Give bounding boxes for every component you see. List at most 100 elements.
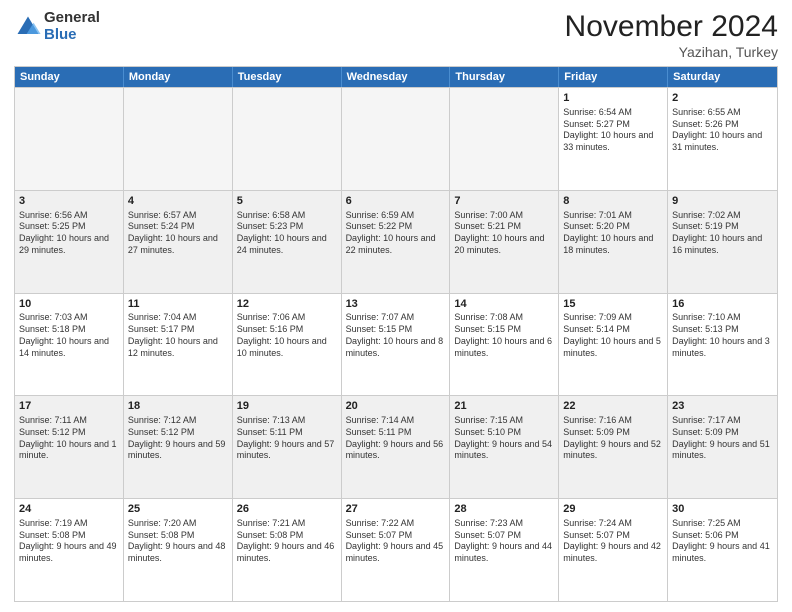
month-title: November 2024 (565, 10, 778, 44)
calendar-cell: 3Sunrise: 6:56 AMSunset: 5:25 PMDaylight… (15, 191, 124, 293)
day-info: Sunrise: 7:21 AMSunset: 5:08 PMDaylight:… (237, 518, 337, 565)
day-info: Sunrise: 6:58 AMSunset: 5:23 PMDaylight:… (237, 210, 337, 257)
calendar-cell (342, 88, 451, 190)
day-info: Sunrise: 7:02 AMSunset: 5:19 PMDaylight:… (672, 210, 773, 257)
day-number: 24 (19, 502, 119, 517)
calendar-cell (124, 88, 233, 190)
logo: General Blue (14, 10, 100, 43)
day-number: 17 (19, 399, 119, 414)
day-number: 1 (563, 91, 663, 106)
day-number: 9 (672, 194, 773, 209)
day-number: 20 (346, 399, 446, 414)
calendar-row: 3Sunrise: 6:56 AMSunset: 5:25 PMDaylight… (15, 190, 777, 293)
day-info: Sunrise: 6:56 AMSunset: 5:25 PMDaylight:… (19, 210, 119, 257)
logo-icon (14, 13, 42, 41)
calendar-header-day: Wednesday (342, 67, 451, 87)
calendar-cell: 22Sunrise: 7:16 AMSunset: 5:09 PMDayligh… (559, 396, 668, 498)
calendar-cell: 19Sunrise: 7:13 AMSunset: 5:11 PMDayligh… (233, 396, 342, 498)
title-section: November 2024 Yazihan, Turkey (565, 10, 778, 60)
calendar-cell: 4Sunrise: 6:57 AMSunset: 5:24 PMDaylight… (124, 191, 233, 293)
day-number: 30 (672, 502, 773, 517)
calendar-cell: 18Sunrise: 7:12 AMSunset: 5:12 PMDayligh… (124, 396, 233, 498)
day-number: 4 (128, 194, 228, 209)
day-number: 26 (237, 502, 337, 517)
day-number: 12 (237, 297, 337, 312)
day-info: Sunrise: 7:04 AMSunset: 5:17 PMDaylight:… (128, 312, 228, 359)
day-number: 14 (454, 297, 554, 312)
calendar-cell: 7Sunrise: 7:00 AMSunset: 5:21 PMDaylight… (450, 191, 559, 293)
day-info: Sunrise: 7:19 AMSunset: 5:08 PMDaylight:… (19, 518, 119, 565)
calendar-cell: 20Sunrise: 7:14 AMSunset: 5:11 PMDayligh… (342, 396, 451, 498)
day-number: 13 (346, 297, 446, 312)
logo-text: General Blue (44, 10, 100, 43)
calendar-cell: 13Sunrise: 7:07 AMSunset: 5:15 PMDayligh… (342, 294, 451, 396)
day-info: Sunrise: 7:16 AMSunset: 5:09 PMDaylight:… (563, 415, 663, 462)
day-info: Sunrise: 7:24 AMSunset: 5:07 PMDaylight:… (563, 518, 663, 565)
day-info: Sunrise: 7:14 AMSunset: 5:11 PMDaylight:… (346, 415, 446, 462)
calendar-cell: 16Sunrise: 7:10 AMSunset: 5:13 PMDayligh… (668, 294, 777, 396)
day-number: 29 (563, 502, 663, 517)
day-info: Sunrise: 7:00 AMSunset: 5:21 PMDaylight:… (454, 210, 554, 257)
calendar-cell: 27Sunrise: 7:22 AMSunset: 5:07 PMDayligh… (342, 499, 451, 601)
calendar-cell: 23Sunrise: 7:17 AMSunset: 5:09 PMDayligh… (668, 396, 777, 498)
calendar-cell: 2Sunrise: 6:55 AMSunset: 5:26 PMDaylight… (668, 88, 777, 190)
calendar-cell: 14Sunrise: 7:08 AMSunset: 5:15 PMDayligh… (450, 294, 559, 396)
day-number: 21 (454, 399, 554, 414)
page: General Blue November 2024 Yazihan, Turk… (0, 0, 792, 612)
day-number: 23 (672, 399, 773, 414)
calendar-row: 24Sunrise: 7:19 AMSunset: 5:08 PMDayligh… (15, 498, 777, 601)
day-number: 22 (563, 399, 663, 414)
calendar-row: 17Sunrise: 7:11 AMSunset: 5:12 PMDayligh… (15, 395, 777, 498)
day-info: Sunrise: 7:17 AMSunset: 5:09 PMDaylight:… (672, 415, 773, 462)
calendar-cell: 24Sunrise: 7:19 AMSunset: 5:08 PMDayligh… (15, 499, 124, 601)
day-number: 10 (19, 297, 119, 312)
calendar-header-day: Thursday (450, 67, 559, 87)
calendar-header-day: Tuesday (233, 67, 342, 87)
calendar-cell (233, 88, 342, 190)
calendar-cell: 11Sunrise: 7:04 AMSunset: 5:17 PMDayligh… (124, 294, 233, 396)
day-number: 8 (563, 194, 663, 209)
calendar-header-day: Friday (559, 67, 668, 87)
calendar-cell: 1Sunrise: 6:54 AMSunset: 5:27 PMDaylight… (559, 88, 668, 190)
day-info: Sunrise: 7:11 AMSunset: 5:12 PMDaylight:… (19, 415, 119, 462)
day-info: Sunrise: 7:09 AMSunset: 5:14 PMDaylight:… (563, 312, 663, 359)
day-info: Sunrise: 7:10 AMSunset: 5:13 PMDaylight:… (672, 312, 773, 359)
calendar-cell: 21Sunrise: 7:15 AMSunset: 5:10 PMDayligh… (450, 396, 559, 498)
calendar-row: 1Sunrise: 6:54 AMSunset: 5:27 PMDaylight… (15, 87, 777, 190)
calendar-cell: 28Sunrise: 7:23 AMSunset: 5:07 PMDayligh… (450, 499, 559, 601)
calendar-cell: 9Sunrise: 7:02 AMSunset: 5:19 PMDaylight… (668, 191, 777, 293)
calendar-cell: 26Sunrise: 7:21 AMSunset: 5:08 PMDayligh… (233, 499, 342, 601)
calendar-cell: 29Sunrise: 7:24 AMSunset: 5:07 PMDayligh… (559, 499, 668, 601)
calendar-cell: 10Sunrise: 7:03 AMSunset: 5:18 PMDayligh… (15, 294, 124, 396)
calendar-cell: 8Sunrise: 7:01 AMSunset: 5:20 PMDaylight… (559, 191, 668, 293)
calendar-cell: 25Sunrise: 7:20 AMSunset: 5:08 PMDayligh… (124, 499, 233, 601)
calendar-row: 10Sunrise: 7:03 AMSunset: 5:18 PMDayligh… (15, 293, 777, 396)
calendar-header: SundayMondayTuesdayWednesdayThursdayFrid… (15, 67, 777, 87)
day-info: Sunrise: 7:06 AMSunset: 5:16 PMDaylight:… (237, 312, 337, 359)
calendar-header-day: Saturday (668, 67, 777, 87)
logo-blue-text: Blue (44, 27, 100, 44)
calendar-cell (450, 88, 559, 190)
day-info: Sunrise: 7:15 AMSunset: 5:10 PMDaylight:… (454, 415, 554, 462)
calendar-header-day: Sunday (15, 67, 124, 87)
calendar: SundayMondayTuesdayWednesdayThursdayFrid… (14, 66, 778, 602)
day-info: Sunrise: 7:01 AMSunset: 5:20 PMDaylight:… (563, 210, 663, 257)
day-info: Sunrise: 7:20 AMSunset: 5:08 PMDaylight:… (128, 518, 228, 565)
day-info: Sunrise: 7:25 AMSunset: 5:06 PMDaylight:… (672, 518, 773, 565)
day-number: 28 (454, 502, 554, 517)
calendar-header-day: Monday (124, 67, 233, 87)
day-info: Sunrise: 7:22 AMSunset: 5:07 PMDaylight:… (346, 518, 446, 565)
header: General Blue November 2024 Yazihan, Turk… (14, 10, 778, 60)
location: Yazihan, Turkey (565, 44, 778, 60)
day-info: Sunrise: 7:13 AMSunset: 5:11 PMDaylight:… (237, 415, 337, 462)
day-number: 7 (454, 194, 554, 209)
calendar-cell: 30Sunrise: 7:25 AMSunset: 5:06 PMDayligh… (668, 499, 777, 601)
day-number: 3 (19, 194, 119, 209)
day-number: 25 (128, 502, 228, 517)
day-number: 27 (346, 502, 446, 517)
calendar-cell: 15Sunrise: 7:09 AMSunset: 5:14 PMDayligh… (559, 294, 668, 396)
day-info: Sunrise: 6:55 AMSunset: 5:26 PMDaylight:… (672, 107, 773, 154)
calendar-cell: 17Sunrise: 7:11 AMSunset: 5:12 PMDayligh… (15, 396, 124, 498)
calendar-cell (15, 88, 124, 190)
day-number: 18 (128, 399, 228, 414)
